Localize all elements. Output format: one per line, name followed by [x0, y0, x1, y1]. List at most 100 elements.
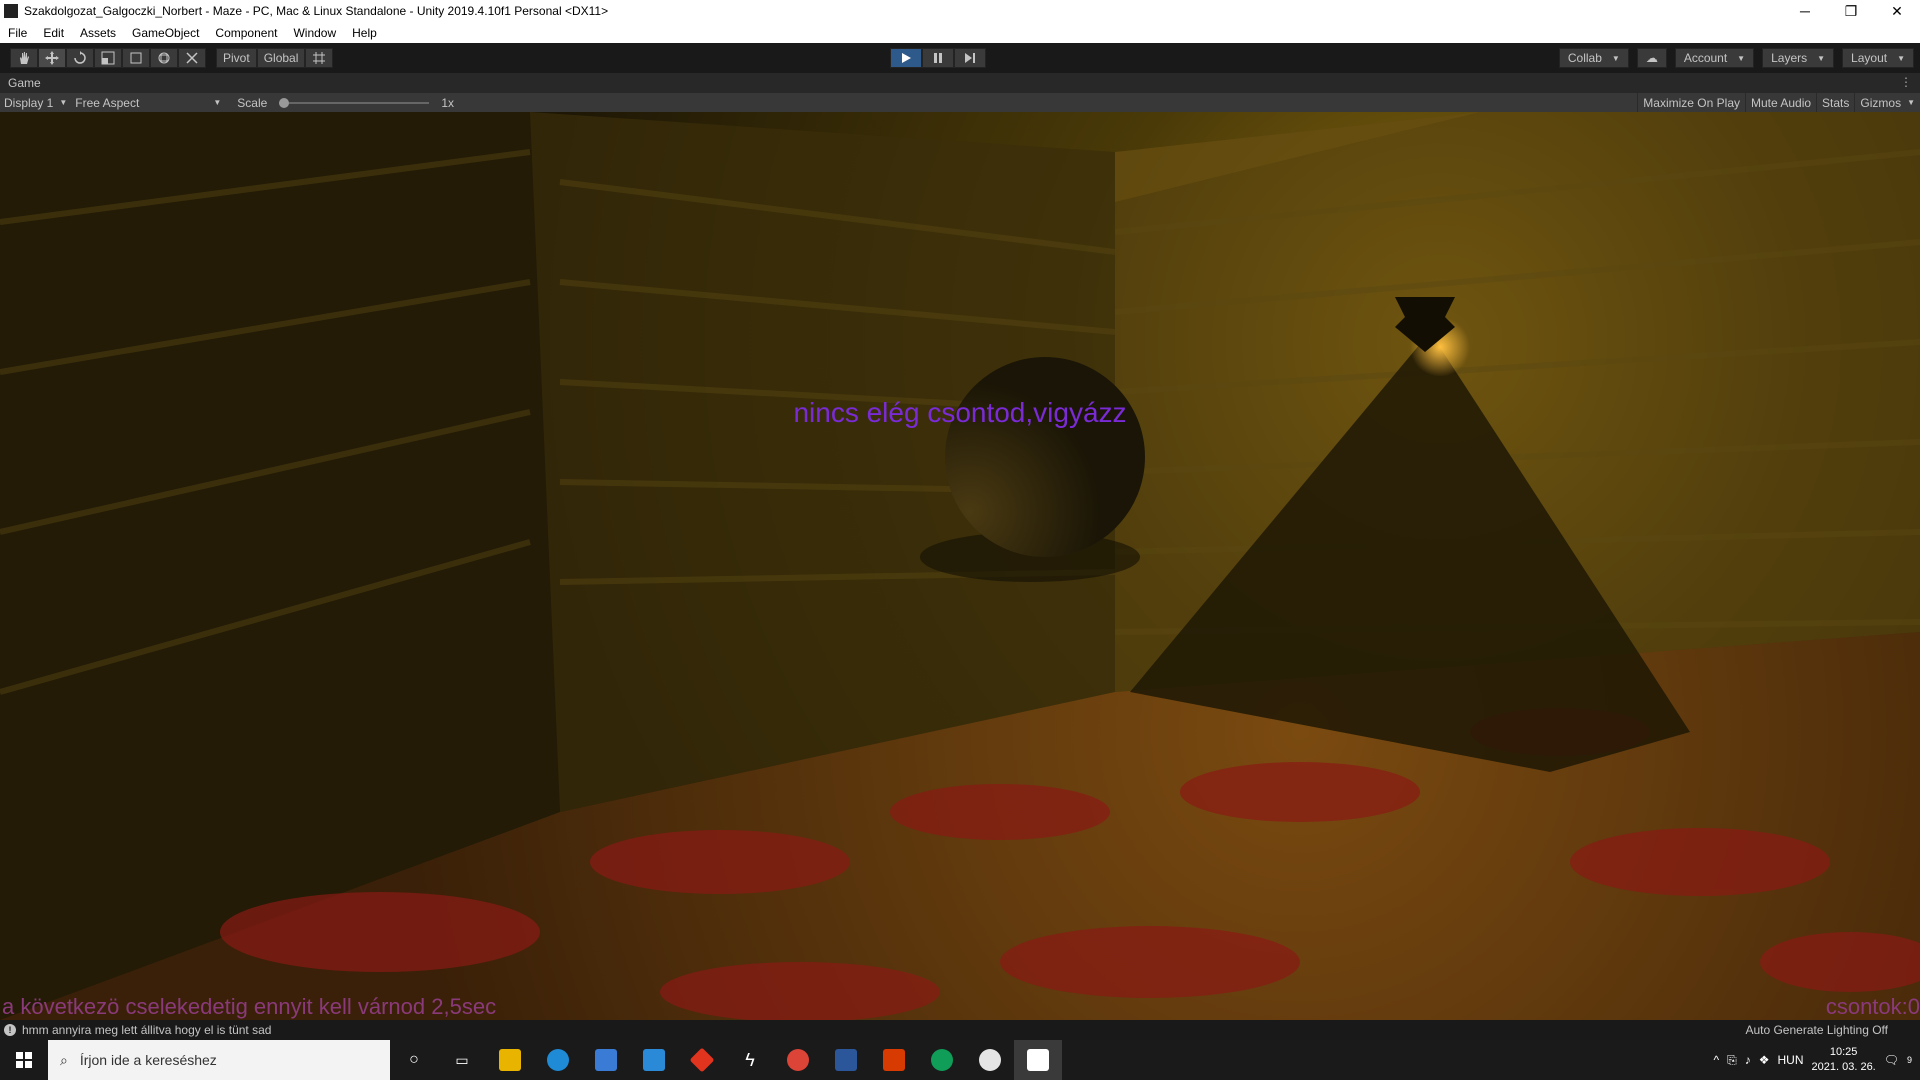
pivot-label: Pivot [223, 51, 250, 65]
start-button[interactable] [0, 1040, 48, 1080]
play-icon [902, 53, 911, 63]
console-message[interactable]: hmm annyira meg lett állitva hogy el is … [22, 1023, 271, 1037]
scale-label: Scale [237, 95, 268, 110]
menu-edit[interactable]: Edit [35, 26, 72, 40]
menu-assets[interactable]: Assets [72, 26, 124, 40]
scale-icon [101, 51, 115, 65]
player-ball [945, 357, 1145, 557]
cloud-button[interactable]: ☁ [1636, 48, 1667, 68]
chevron-down-icon: ▼ [213, 98, 222, 107]
stats-toggle[interactable]: Stats [1816, 93, 1854, 112]
custom-tool-button[interactable] [178, 48, 206, 68]
volume-icon[interactable]: ♪ [1745, 1053, 1751, 1067]
clock-time: 10:25 [1829, 1046, 1858, 1058]
task-view-button[interactable]: ▭ [438, 1040, 486, 1080]
office-icon [883, 1049, 905, 1071]
mail-icon [643, 1049, 665, 1071]
layers-dropdown[interactable]: Layers ▼ [1762, 48, 1835, 68]
edge-app[interactable] [534, 1040, 582, 1080]
calculator-app[interactable] [822, 1040, 870, 1080]
window-title: Szakdolgozat_Galgoczki_Norbert - Maze - … [24, 4, 609, 18]
unknown-app[interactable]: ϟ [726, 1040, 774, 1080]
aspect-dropdown[interactable]: Free Aspect ▼ [71, 96, 225, 110]
rect-tool-button[interactable] [122, 48, 150, 68]
pause-button[interactable] [922, 48, 954, 68]
taskbar-search[interactable]: ⌕ Írjon ide a kereséshez [48, 1040, 390, 1080]
menu-component[interactable]: Component [207, 26, 285, 40]
scale-tool-button[interactable] [94, 48, 122, 68]
menu-gameobject[interactable]: GameObject [124, 26, 207, 40]
move-tool-button[interactable] [38, 48, 66, 68]
rect-icon [130, 52, 142, 64]
slack-icon [979, 1049, 1001, 1071]
transform-tool-button[interactable] [150, 48, 178, 68]
chevron-down-icon: ▼ [59, 98, 68, 107]
scale-value: 1x [441, 95, 454, 110]
hand-tool-button[interactable] [10, 48, 38, 68]
grid-snap-button[interactable] [305, 48, 334, 68]
global-toggle[interactable]: Global [256, 48, 306, 68]
language-indicator[interactable]: HUN [1778, 1053, 1804, 1067]
chrome-icon [787, 1049, 809, 1071]
display-dropdown[interactable]: Display 1 ▼ [0, 96, 71, 110]
chrome-app-2[interactable] [918, 1040, 966, 1080]
layout-label: Layout [1851, 51, 1888, 65]
unity-app[interactable] [1014, 1040, 1062, 1080]
git-app[interactable] [678, 1040, 726, 1080]
maximize-on-play-toggle[interactable]: Maximize On Play [1637, 93, 1745, 112]
game-tab[interactable]: Game [8, 76, 41, 90]
close-button[interactable]: ✕ [1874, 0, 1920, 22]
gizmos-dropdown[interactable]: Gizmos ▼ [1854, 93, 1920, 112]
step-button[interactable] [954, 48, 986, 68]
system-tray: ^ ⎘ ♪ ❖ HUN 10:25 2021. 03. 26. 🗨 9 [1714, 1040, 1920, 1080]
chevron-down-icon: ▼ [1817, 53, 1826, 63]
game-viewport[interactable]: nincs elég csontod,vigyázz a következö c… [0, 112, 1920, 1020]
windows-taskbar: ⌕ Írjon ide a kereséshez ○ ▭ ϟ ^ ⎘ ♪ ❖ H… [0, 1040, 1920, 1080]
lightning-icon: ϟ [745, 1049, 755, 1070]
scale-slider-knob[interactable] [279, 97, 290, 108]
collab-dropdown[interactable]: Collab ▼ [1558, 48, 1629, 68]
aspect-label: Free Aspect [75, 95, 140, 110]
restore-button[interactable]: ❐ [1828, 0, 1874, 22]
store-app[interactable] [582, 1040, 630, 1080]
move-icon [45, 51, 59, 65]
file-explorer-app[interactable] [486, 1040, 534, 1080]
unity-icon [1027, 1049, 1049, 1071]
scale-control: Scale 1x [233, 96, 458, 110]
mail-app[interactable] [630, 1040, 678, 1080]
store-icon [595, 1049, 617, 1071]
play-button[interactable] [890, 48, 922, 68]
rotate-tool-button[interactable] [66, 48, 94, 68]
chevron-up-icon[interactable]: ^ [1714, 1053, 1720, 1067]
cortana-icon: ○ [409, 1051, 419, 1068]
network-icon[interactable]: ⎘ [1727, 1053, 1737, 1068]
account-dropdown[interactable]: Account ▼ [1674, 48, 1755, 68]
task-view-icon: ▭ [455, 1051, 469, 1068]
pivot-toggle[interactable]: Pivot [216, 48, 257, 68]
notification-icon[interactable]: 🗨 [1884, 1053, 1899, 1067]
chrome-app[interactable] [774, 1040, 822, 1080]
office-app[interactable] [870, 1040, 918, 1080]
hand-icon [20, 52, 29, 64]
step-icon [965, 53, 975, 63]
more-options-icon[interactable]: ⋮ [1900, 75, 1912, 89]
clock[interactable]: 10:25 2021. 03. 26. [1812, 1045, 1876, 1075]
scale-slider[interactable] [279, 97, 430, 108]
menu-bar: File Edit Assets GameObject Component Wi… [0, 22, 1920, 43]
layout-dropdown[interactable]: Layout ▼ [1842, 48, 1914, 68]
collab-label: Collab [1567, 51, 1602, 65]
menu-help[interactable]: Help [344, 26, 385, 40]
clock-date: 2021. 03. 26. [1811, 1061, 1876, 1073]
lighting-status: Auto Generate Lighting Off [1745, 1023, 1888, 1037]
minimize-button[interactable]: ─ [1782, 0, 1828, 22]
mute-audio-toggle[interactable]: Mute Audio [1745, 93, 1816, 112]
gizmos-label: Gizmos [1860, 95, 1902, 110]
menu-window[interactable]: Window [285, 26, 344, 40]
dropbox-icon[interactable]: ❖ [1759, 1053, 1770, 1067]
chrome-icon [931, 1049, 953, 1071]
chevron-down-icon: ▼ [1611, 53, 1620, 63]
account-label: Account [1683, 51, 1728, 65]
slack-app[interactable] [966, 1040, 1014, 1080]
cortana-button[interactable]: ○ [390, 1040, 438, 1080]
menu-file[interactable]: File [0, 26, 35, 40]
